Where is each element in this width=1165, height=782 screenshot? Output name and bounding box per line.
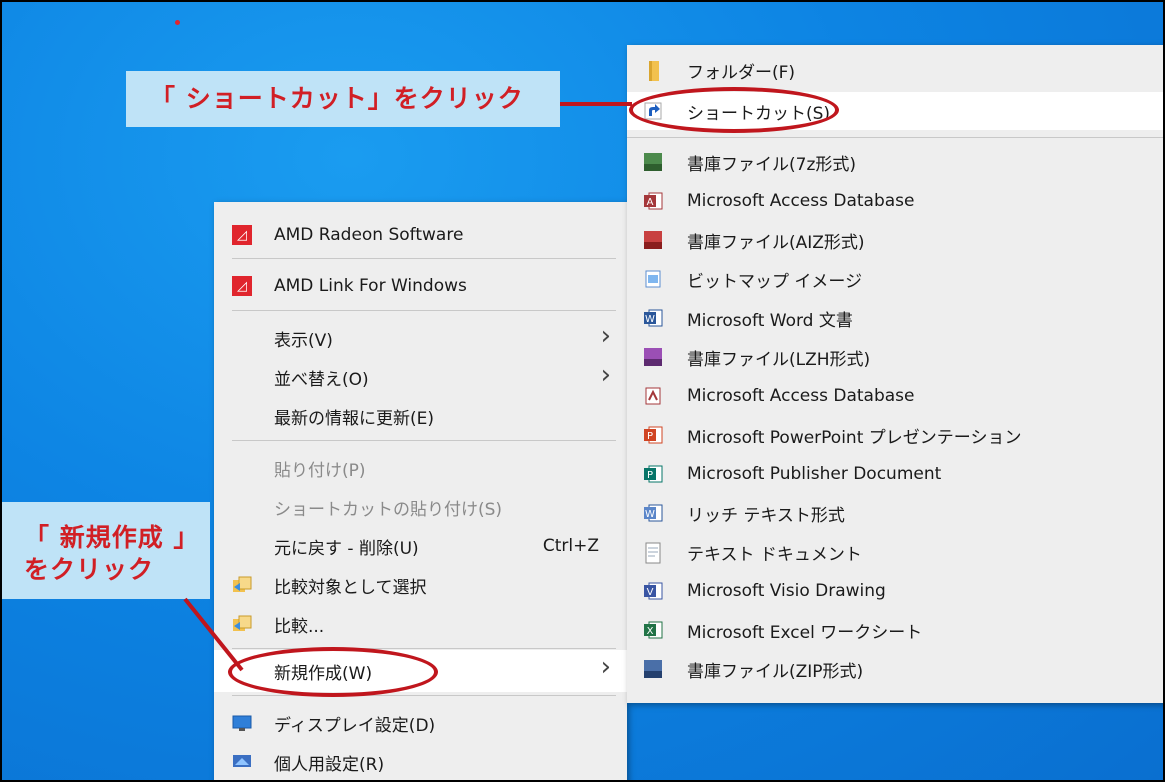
new-highlight-ellipse [228, 647, 438, 697]
callout-leader-line-new [183, 597, 244, 672]
desktop-background: ◿ AMD Radeon Software ◿ AMD Link For Win… [0, 0, 1165, 782]
